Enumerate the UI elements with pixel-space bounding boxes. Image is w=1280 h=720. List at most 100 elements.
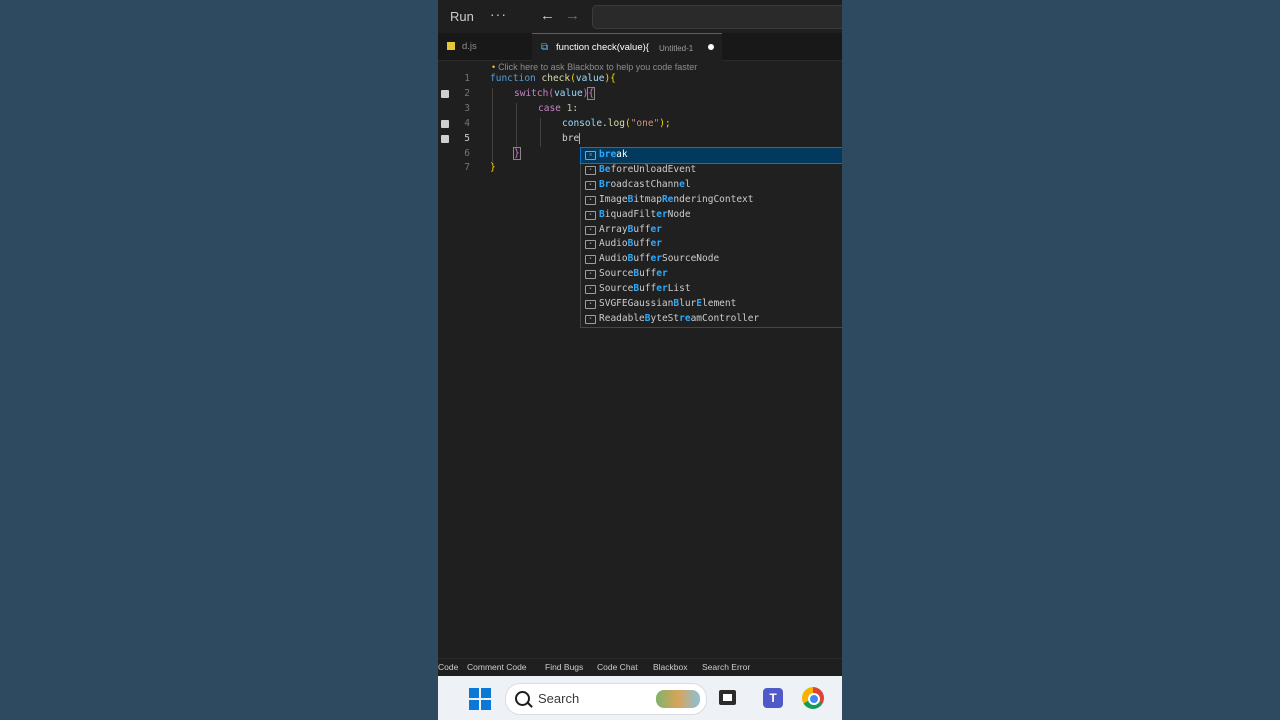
windows-taskbar: Search T: [438, 676, 842, 720]
suggestion-text: iquadFilt: [604, 208, 657, 220]
line-number: 4: [464, 118, 470, 129]
line-number: 3: [464, 103, 470, 114]
line-number: 1: [464, 73, 470, 84]
suggestion-item[interactable]: • ImageBitmapRenderingContext: [581, 193, 842, 208]
interface-icon: •: [585, 210, 596, 220]
file-explorer-icon[interactable]: [719, 690, 736, 705]
suggestion-item[interactable]: • SVGFEGaussianBlurElement: [581, 297, 842, 312]
log-method: log: [607, 118, 625, 129]
paren-semicolon: );: [659, 118, 671, 129]
tab-label: function check(value){: [556, 42, 649, 53]
var-value: value: [554, 88, 583, 99]
suggestion-item[interactable]: • BeforeUnloadEvent: [581, 163, 842, 178]
match-text: Br: [599, 178, 611, 190]
suggestion-text: List: [667, 283, 691, 295]
search-label: Search: [538, 691, 580, 706]
breakpoint-marker[interactable]: [441, 120, 449, 128]
suggestion-item[interactable]: • AudioBuffer: [581, 237, 842, 252]
interface-icon: •: [585, 180, 596, 190]
indent-guide: [540, 118, 541, 147]
suggestion-text: uff: [633, 253, 651, 265]
code-editor[interactable]: • Click here to ask Blackbox to help you …: [438, 61, 842, 658]
match-text: Re: [661, 193, 674, 205]
suggestion-text: uff: [633, 223, 651, 235]
suggestion-item[interactable]: • BiquadFilterNode: [581, 208, 842, 223]
editor-tabs: d.js ⧉ function check(value){ Untitled-1: [438, 33, 842, 61]
taskbar-search[interactable]: Search: [505, 683, 707, 715]
chrome-icon[interactable]: [802, 687, 824, 709]
match-text: er: [650, 253, 662, 265]
lightbulb-icon: •: [492, 62, 496, 72]
keyword-switch: switch: [514, 88, 549, 99]
line-number: 6: [464, 148, 470, 159]
tab-d-js[interactable]: d.js: [438, 33, 531, 60]
suggestion-text: itmap: [633, 193, 662, 205]
match-text: er: [650, 238, 662, 250]
interface-icon: •: [585, 195, 596, 205]
suggestion-text: foreUnloadEvent: [610, 163, 697, 175]
suggestion-text: nderingContext: [673, 193, 754, 205]
interface-icon: •: [585, 240, 596, 250]
unsaved-dot-icon[interactable]: [708, 44, 714, 50]
suggestion-text: amController: [690, 312, 760, 324]
js-function-icon: ⧉: [541, 42, 549, 53]
suggestion-item[interactable]: • ArrayBuffer: [581, 223, 842, 238]
match-text: er: [650, 223, 662, 235]
param-value: value: [575, 73, 605, 84]
forward-arrow-icon[interactable]: →: [565, 7, 580, 24]
breakpoint-marker[interactable]: [441, 90, 449, 98]
suggestion-item[interactable]: • BroadcastChannel: [581, 178, 842, 193]
bb-blackbox-button[interactable]: Blackbox: [653, 662, 688, 672]
suggestion-text: uff: [639, 283, 657, 295]
suggestion-text: Source: [599, 283, 634, 295]
suggestion-text: SVGFEGaussian: [599, 298, 674, 309]
bb-code-chat-button[interactable]: Code Chat: [597, 662, 638, 672]
tab-untitled-1[interactable]: ⧉ function check(value){ Untitled-1: [532, 33, 722, 61]
breakpoint-marker[interactable]: [441, 135, 449, 143]
suggestion-text: Readable: [599, 312, 645, 324]
bb-code-button[interactable]: Code: [438, 662, 458, 672]
keyword-function: function: [490, 73, 536, 84]
suggestion-text: SourceNode: [661, 253, 720, 265]
keyword-icon: ≡: [585, 151, 596, 160]
windows-start-icon[interactable]: [469, 688, 491, 710]
code-line-5: bre: [562, 133, 581, 144]
paren-brace: ){: [604, 73, 616, 84]
suggestion-item[interactable]: • SourceBuffer: [581, 267, 842, 282]
suggestion-widget[interactable]: ≡ break • BeforeUnloadEvent • BroadcastC…: [580, 147, 842, 328]
suggestion-text: Audio: [599, 238, 628, 250]
suggestion-text: yteSt: [650, 312, 680, 324]
text-cursor: [579, 133, 581, 144]
bb-comment-code-button[interactable]: Comment Code: [467, 662, 527, 672]
teams-icon[interactable]: T: [763, 688, 783, 708]
colon: :: [572, 103, 579, 114]
suggestion-item[interactable]: • SourceBufferList: [581, 282, 842, 297]
bb-search-error-button[interactable]: Search Error: [702, 662, 750, 672]
match-text: bre: [599, 149, 617, 160]
suggestion-item-break[interactable]: ≡ break: [580, 147, 842, 164]
hint-text: Click here to ask Blackbox to help you c…: [498, 62, 698, 72]
vscode-window: Run ··· ← → d.js ⧉ function check(value)…: [438, 0, 842, 720]
interface-icon: •: [585, 300, 596, 309]
right-backdrop: [842, 0, 1280, 720]
suggestion-text: l: [684, 178, 691, 190]
suggestion-item[interactable]: • AudioBufferSourceNode: [581, 252, 842, 267]
blackbox-hint[interactable]: • Click here to ask Blackbox to help you …: [492, 61, 697, 73]
suggestion-text: Image: [599, 193, 628, 205]
bb-find-bugs-button[interactable]: Find Bugs: [545, 662, 583, 672]
command-center-search[interactable]: [592, 5, 842, 29]
function-name: check: [541, 73, 571, 84]
interface-icon: •: [585, 270, 596, 280]
code-line-1: function check(value){: [490, 73, 616, 84]
back-arrow-icon[interactable]: ←: [540, 7, 555, 24]
match-text: er: [656, 208, 668, 220]
interface-icon: •: [585, 255, 596, 265]
match-text: re: [679, 312, 691, 324]
suggestion-text: oadcastChann: [610, 178, 680, 190]
tab-description: Untitled-1: [659, 44, 694, 53]
more-menu-icon[interactable]: ···: [490, 6, 507, 22]
run-menu[interactable]: Run: [450, 9, 474, 24]
suggestion-text: Array: [599, 223, 628, 235]
suggestion-item[interactable]: • ReadableByteStreamController: [581, 312, 842, 327]
js-file-icon: [447, 42, 455, 50]
